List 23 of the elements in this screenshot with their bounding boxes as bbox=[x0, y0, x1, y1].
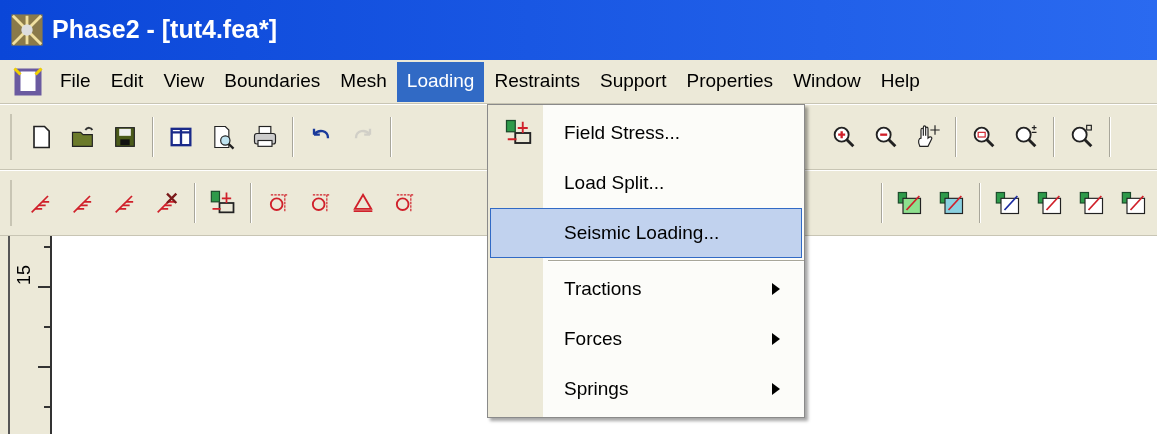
ruler-label: 15 bbox=[15, 264, 33, 285]
menu-item[interactable]: Restraints bbox=[484, 61, 590, 102]
menu-item[interactable]: Properties bbox=[676, 61, 784, 102]
menu-entry[interactable]: Field Stress... bbox=[490, 108, 802, 158]
app-icon bbox=[10, 13, 44, 47]
menu-item[interactable]: Window bbox=[783, 61, 871, 102]
menu-entry[interactable]: Load Split... bbox=[490, 158, 802, 208]
submenu-arrow-icon bbox=[771, 382, 781, 396]
menu-item[interactable]: Help bbox=[870, 61, 930, 102]
menu-item[interactable]: Edit bbox=[100, 61, 154, 102]
menu-item[interactable]: Loading bbox=[396, 61, 485, 102]
submenu-arrow-icon bbox=[771, 332, 781, 346]
menu-entry[interactable]: Tractions bbox=[490, 264, 802, 314]
menu-item[interactable]: Mesh bbox=[330, 61, 397, 102]
menu-item[interactable]: File bbox=[50, 61, 101, 102]
menu-item[interactable]: Support bbox=[589, 61, 677, 102]
window-title: Phase2 - [tut4.fea*] bbox=[52, 14, 278, 46]
menu-entry[interactable]: Springs bbox=[490, 364, 802, 414]
menu-entry[interactable]: Forces bbox=[490, 314, 802, 364]
submenu-arrow-icon bbox=[771, 282, 781, 296]
menu-item[interactable]: View bbox=[153, 61, 215, 102]
menu-item[interactable]: Boundaries bbox=[214, 61, 331, 102]
menu-entry[interactable]: Seismic Loading... bbox=[490, 208, 802, 258]
